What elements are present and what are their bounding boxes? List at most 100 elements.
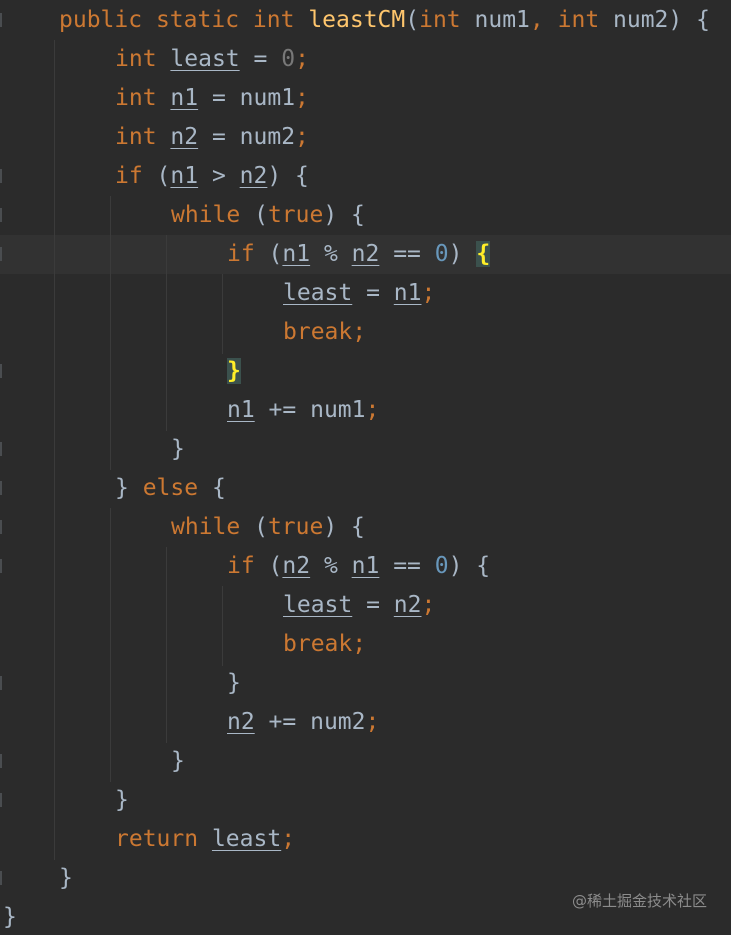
fold-marker[interactable] (0, 676, 2, 690)
variable-token: least (283, 280, 353, 306)
fold-marker[interactable] (0, 247, 2, 261)
code-line[interactable]: public static int leastCM(int num1, int … (59, 1, 710, 40)
indent-guide (110, 508, 111, 782)
code-line[interactable]: while (true) { (171, 196, 365, 235)
code-line[interactable]: int n2 = num2; (115, 118, 309, 157)
code-token: ) { (448, 553, 491, 579)
code-line[interactable]: least = n1; (283, 274, 435, 313)
indent-guide (54, 40, 55, 860)
keyword-token: int (115, 46, 157, 72)
code-token: ) { (267, 163, 309, 189)
function-name-token: leastCM (308, 7, 406, 33)
keyword-token: ; (352, 631, 367, 657)
code-token: % (310, 241, 352, 267)
code-token: = num2 (198, 124, 296, 150)
keyword-token: ; (365, 709, 380, 735)
code-line[interactable]: } (115, 781, 129, 820)
code-line[interactable]: return least; (115, 820, 295, 859)
code-line[interactable]: } (227, 352, 241, 391)
code-token: ( (240, 514, 268, 540)
variable-token: n2 (393, 592, 422, 618)
keyword-token: true (267, 514, 324, 540)
keyword-token: ; (365, 397, 380, 423)
code-line[interactable]: n1 += num1; (227, 391, 379, 430)
variable-token: n2 (239, 163, 268, 189)
code-line[interactable]: least = n2; (283, 586, 435, 625)
code-token: { (198, 475, 226, 501)
keyword-token: while (171, 514, 241, 540)
code-token: } (171, 436, 185, 462)
fold-marker[interactable] (0, 871, 2, 885)
variable-token: n2 (170, 124, 199, 150)
code-token: ) (448, 241, 477, 267)
code-line[interactable]: } (227, 664, 241, 703)
fold-marker[interactable] (0, 754, 2, 768)
fold-marker[interactable] (0, 559, 2, 573)
code-token: = (239, 46, 282, 72)
code-line[interactable]: } (171, 742, 185, 781)
code-editor[interactable]: public static int leastCM(int num1, int … (0, 0, 731, 935)
code-token: num2) { (599, 7, 710, 33)
number-token: 0 (434, 241, 449, 267)
fold-marker[interactable] (0, 793, 2, 807)
keyword-token: return (115, 826, 199, 852)
code-line[interactable]: if (n2 % n1 == 0) { (227, 547, 490, 586)
fold-marker[interactable] (0, 442, 2, 456)
code-token: } (171, 748, 185, 774)
keyword-token: break (283, 631, 353, 657)
variable-token: n1 (227, 397, 255, 423)
keyword-token: int (115, 124, 157, 150)
fold-marker[interactable] (0, 208, 2, 222)
keyword-token: if (227, 553, 255, 579)
code-token: ( (240, 202, 268, 228)
variable-token: n2 (351, 241, 380, 267)
code-token: = (352, 280, 394, 306)
keyword-token: int (557, 7, 600, 33)
fold-marker[interactable] (0, 520, 2, 534)
indent-guide (222, 586, 223, 666)
keyword-token: public (59, 7, 143, 33)
variable-token: n1 (393, 280, 422, 306)
keyword-token: break (283, 319, 353, 345)
code-token: = num1 (198, 85, 296, 111)
code-line[interactable]: if (n1 % n2 == 0) { (227, 235, 491, 274)
fold-marker[interactable] (0, 169, 2, 183)
code-line[interactable]: int n1 = num1; (115, 79, 309, 118)
variable-token: n1 (282, 241, 311, 267)
indent-guide (166, 547, 167, 743)
keyword-token: int (252, 7, 295, 33)
number-token: 0 (434, 553, 449, 579)
keyword-token: else (142, 475, 199, 501)
code-token: ) { (323, 202, 365, 228)
variable-token: n1 (170, 163, 199, 189)
code-line[interactable]: } (59, 859, 73, 898)
code-token: } (3, 904, 17, 930)
fold-marker[interactable] (0, 13, 2, 27)
code-line[interactable]: break; (283, 625, 366, 664)
fold-marker[interactable] (0, 481, 2, 495)
code-line[interactable]: if (n1 > n2) { (115, 157, 309, 196)
variable-token: least (170, 46, 240, 72)
code-line[interactable]: break; (283, 313, 366, 352)
keyword-token: true (267, 202, 324, 228)
matched-brace: { (476, 241, 491, 267)
variable-token: n1 (170, 85, 199, 111)
code-line[interactable]: while (true) { (171, 508, 365, 547)
code-line[interactable]: } (171, 430, 185, 469)
code-line[interactable]: } else { (115, 469, 226, 508)
matched-brace: } (227, 358, 241, 384)
variable-token: least (283, 592, 353, 618)
fold-marker[interactable] (0, 364, 2, 378)
indent-guide (222, 274, 223, 354)
code-line[interactable]: } (3, 898, 17, 935)
code-token: ( (254, 241, 283, 267)
keyword-token: ; (421, 280, 436, 306)
keyword-token: int (419, 7, 461, 33)
keyword-token: if (227, 241, 255, 267)
code-line[interactable]: n2 += num2; (227, 703, 379, 742)
code-token: += num1 (254, 397, 366, 423)
code-line[interactable]: int least = 0; (115, 40, 309, 79)
